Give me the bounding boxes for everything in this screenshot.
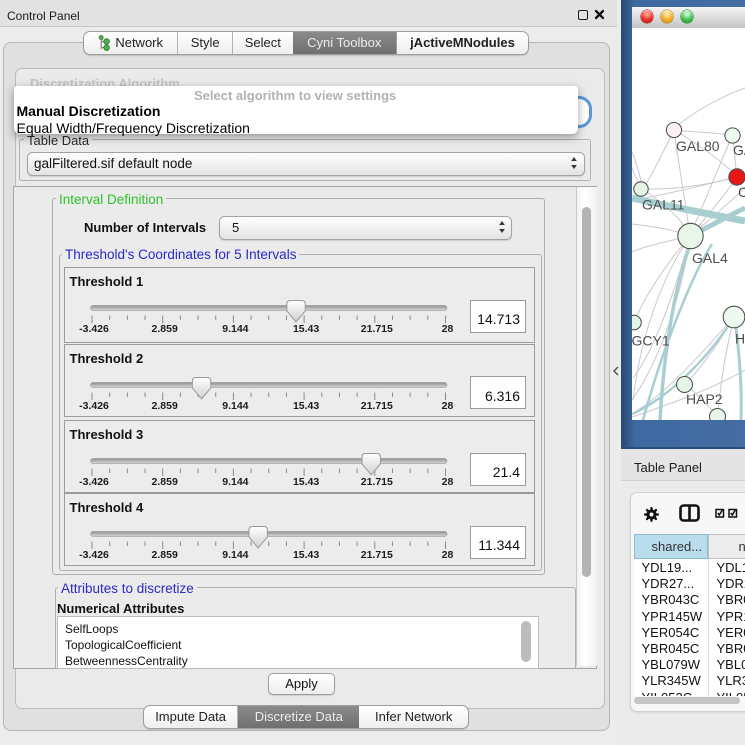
svg-text:-3.426: -3.426 xyxy=(79,476,109,488)
svg-text:15.43: 15.43 xyxy=(293,400,319,412)
svg-text:9.144: 9.144 xyxy=(222,400,248,412)
svg-text:21.715: 21.715 xyxy=(361,323,393,335)
svg-text:28: 28 xyxy=(442,400,454,412)
svg-text:15.43: 15.43 xyxy=(293,476,319,488)
svg-text:H: H xyxy=(735,331,745,347)
svg-text:2.859: 2.859 xyxy=(152,400,178,412)
svg-text:28: 28 xyxy=(442,323,454,335)
svg-text:2.859: 2.859 xyxy=(152,476,178,488)
svg-text:GA: GA xyxy=(733,142,745,158)
svg-text:GAL4: GAL4 xyxy=(692,250,728,266)
svg-text:GAL11: GAL11 xyxy=(642,197,685,213)
svg-text:-3.426: -3.426 xyxy=(79,323,109,335)
svg-text:28: 28 xyxy=(442,549,454,561)
svg-text:HAP2: HAP2 xyxy=(686,391,723,407)
svg-text:-3.426: -3.426 xyxy=(79,400,109,412)
svg-text:2.859: 2.859 xyxy=(152,323,178,335)
svg-text:9.144: 9.144 xyxy=(222,476,248,488)
svg-text:2.859: 2.859 xyxy=(152,549,178,561)
svg-text:C: C xyxy=(738,184,745,200)
svg-text:15.43: 15.43 xyxy=(293,549,319,561)
svg-text:9.144: 9.144 xyxy=(222,323,248,335)
svg-text:15.43: 15.43 xyxy=(293,323,319,335)
svg-text:21.715: 21.715 xyxy=(361,400,393,412)
svg-text:GCY1: GCY1 xyxy=(632,333,670,349)
svg-text:9.144: 9.144 xyxy=(222,549,248,561)
svg-text:GAL80: GAL80 xyxy=(676,138,720,154)
svg-text:-3.426: -3.426 xyxy=(79,549,109,561)
svg-text:28: 28 xyxy=(442,476,454,488)
svg-text:21.715: 21.715 xyxy=(361,476,393,488)
svg-text:21.715: 21.715 xyxy=(361,549,393,561)
